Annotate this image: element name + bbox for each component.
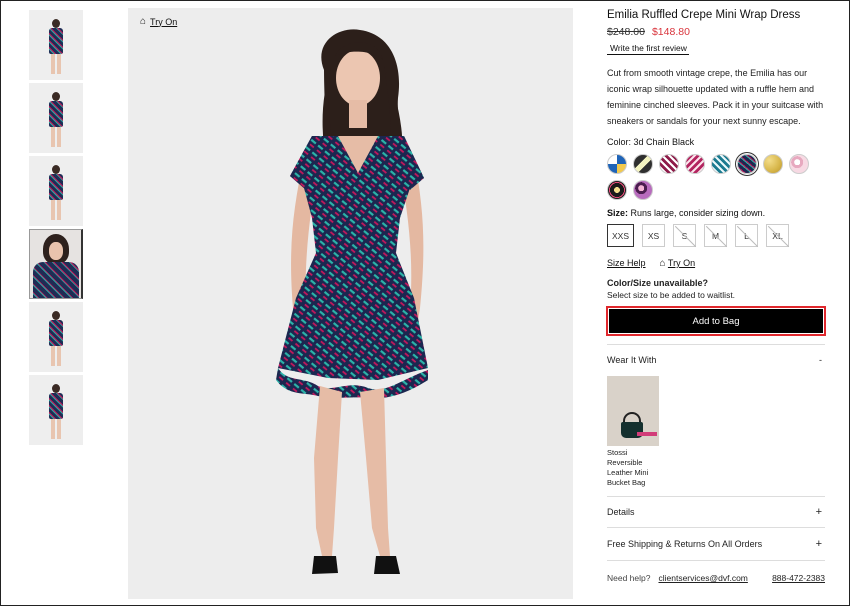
size-xl[interactable]: XL xyxy=(766,224,789,247)
thumbnail-4[interactable] xyxy=(29,229,83,299)
swatch-3[interactable] xyxy=(659,154,679,174)
swatch-5[interactable] xyxy=(711,154,731,174)
thumbnail-list xyxy=(29,10,83,448)
original-price: $248.00 xyxy=(607,26,645,38)
unavailable-title: Color/Size unavailable? xyxy=(607,278,709,288)
swatch-4[interactable] xyxy=(685,154,705,174)
swatch-2[interactable] xyxy=(633,154,653,174)
wear-it-with-label: Wear It With xyxy=(607,354,657,365)
phone-link[interactable]: 888-472-2383 xyxy=(772,573,825,583)
model-photo xyxy=(276,29,428,574)
price-row: $248.00 $148.80 xyxy=(607,26,825,38)
product-title: Emilia Ruffled Crepe Mini Wrap Dress xyxy=(607,9,801,21)
plus-icon: + xyxy=(815,506,822,518)
collapse-icon: - xyxy=(819,354,822,365)
thumbnail-2[interactable] xyxy=(29,83,83,153)
thumbnail-1[interactable] xyxy=(29,10,83,80)
size-options: XXS XS S M L XL xyxy=(607,224,825,247)
size-label: Size: xyxy=(607,208,629,218)
unavailable-subtitle: Select size to be added to waitlist. xyxy=(607,290,736,300)
wear-item-name[interactable]: Stossi Reversible Leather Mini Bucket Ba… xyxy=(607,448,663,488)
swatch-6-selected[interactable] xyxy=(737,154,757,174)
try-on-link[interactable]: ⌂ Try On xyxy=(660,258,696,269)
size-label-row: Size: Runs large, consider sizing down. xyxy=(607,208,825,218)
plus-icon: + xyxy=(815,538,822,550)
product-info: Emilia Ruffled Crepe Mini Wrap Dress $24… xyxy=(606,8,826,583)
add-to-bag-highlight: Add to Bag xyxy=(606,306,826,336)
swatch-8[interactable] xyxy=(789,154,809,174)
details-accordion[interactable]: Details + xyxy=(607,496,825,527)
sale-price: $148.80 xyxy=(651,26,690,38)
product-description: Cut from smooth vintage crepe, the Emili… xyxy=(607,68,824,126)
help-row: Need help? clientservices@dvf.com 888-47… xyxy=(607,560,825,583)
color-label: Color: xyxy=(607,137,632,147)
size-help-link[interactable]: Size Help xyxy=(607,258,646,269)
size-s[interactable]: S xyxy=(673,224,696,247)
size-l[interactable]: L xyxy=(735,224,758,247)
write-review-link[interactable]: Write the first review xyxy=(607,43,689,55)
try-on-link-top[interactable]: ⌂ Try On xyxy=(140,16,177,27)
size-links: Size Help ⌂ Try On xyxy=(607,258,825,269)
product-main-image[interactable]: ⌂ Try On xyxy=(128,8,573,599)
wear-it-with-item[interactable]: Stossi Reversible Leather Mini Bucket Ba… xyxy=(607,374,825,496)
help-label: Need help? xyxy=(607,573,651,583)
shipping-label: Free Shipping & Returns On All Orders xyxy=(607,539,763,549)
size-xxs[interactable]: XXS xyxy=(607,224,634,247)
wear-it-with-header[interactable]: Wear It With - xyxy=(607,344,825,374)
details-label: Details xyxy=(607,507,635,517)
size-m[interactable]: M xyxy=(704,224,727,247)
color-value: 3d Chain Black xyxy=(633,137,695,147)
size-note: Runs large, consider sizing down. xyxy=(630,208,766,218)
try-on-label: Try On xyxy=(150,16,178,27)
shipping-accordion[interactable]: Free Shipping & Returns On All Orders + xyxy=(607,527,825,560)
swatch-9[interactable] xyxy=(607,180,627,200)
color-swatches xyxy=(607,154,825,200)
add-to-bag-button[interactable]: Add to Bag xyxy=(609,309,823,333)
size-xs[interactable]: XS xyxy=(642,224,665,247)
thumbnail-5[interactable] xyxy=(29,302,83,372)
hanger-icon: ⌂ xyxy=(659,258,666,269)
thumbnail-3[interactable] xyxy=(29,156,83,226)
try-on-link-label: Try On xyxy=(667,258,696,268)
hanger-icon: ⌂ xyxy=(140,16,147,27)
bucket-bag-image[interactable] xyxy=(607,376,659,446)
color-label-row: Color: 3d Chain Black xyxy=(607,137,825,147)
email-link[interactable]: clientservices@dvf.com xyxy=(658,573,747,583)
thumbnail-6[interactable] xyxy=(29,375,83,445)
swatch-10[interactable] xyxy=(633,180,653,200)
swatch-1[interactable] xyxy=(607,154,627,174)
swatch-7[interactable] xyxy=(763,154,783,174)
